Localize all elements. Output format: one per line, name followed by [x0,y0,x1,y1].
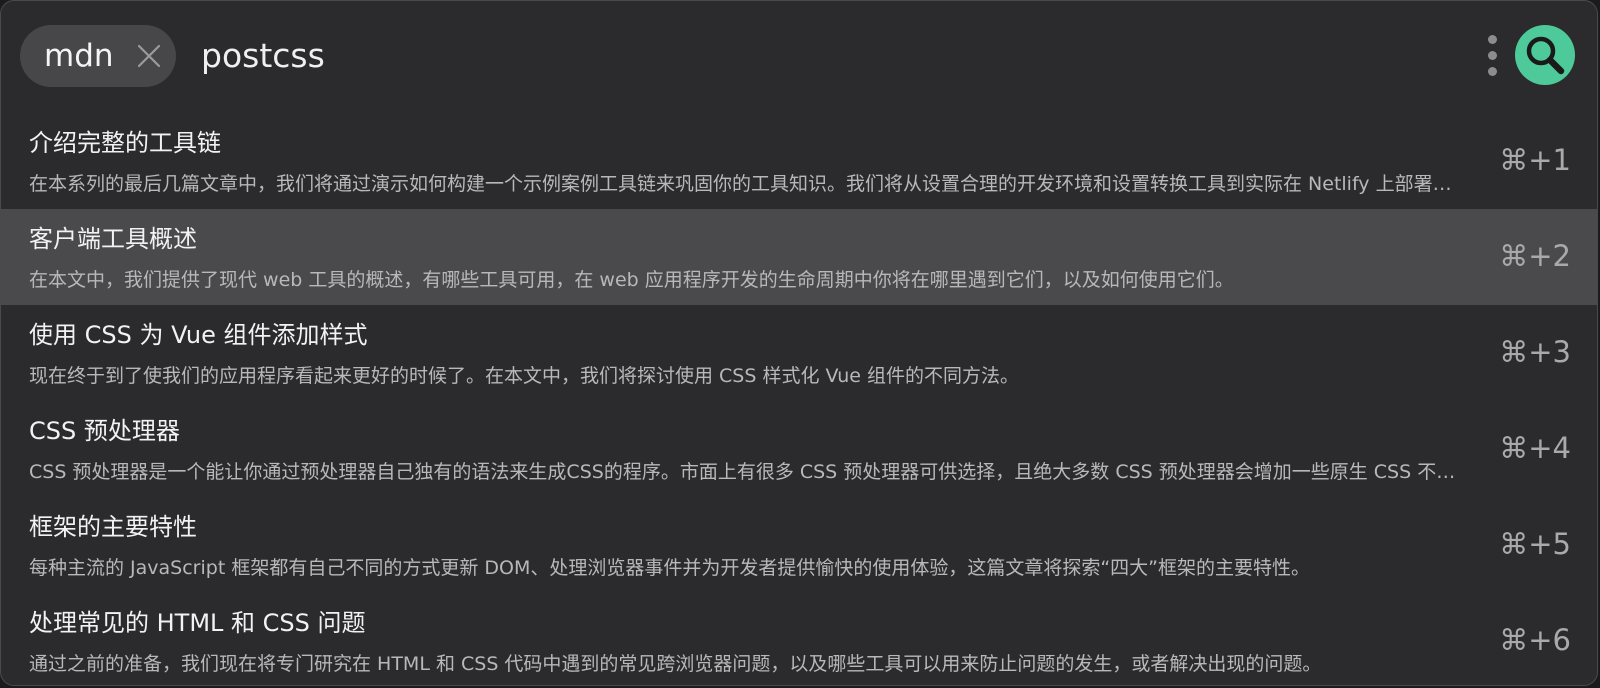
result-item[interactable]: CSS 预处理器 CSS 预处理器是一个能让你通过预处理器自己独有的语法来生成C… [1,401,1597,497]
search-window: mdn 介绍完整的工具链 在本系列的最后几篇文章中，我们将通过演示如何构建一个 [0,0,1598,686]
result-shortcut: ⌘+4 [1499,431,1571,465]
result-shortcut: ⌘+6 [1499,623,1571,657]
result-title: 客户端工具概述 [29,225,197,253]
result-title: 框架的主要特性 [29,513,197,541]
close-icon[interactable] [134,41,164,71]
result-item[interactable]: 框架的主要特性 每种主流的 JavaScript 框架都有自己不同的方式更新 D… [1,497,1597,593]
magnifier-icon [1526,36,1565,75]
search-input[interactable] [201,25,1401,87]
result-item[interactable]: 处理常见的 HTML 和 CSS 问题 通过之前的准备，我们现在将专门研究在 H… [1,593,1597,685]
result-item[interactable]: 使用 CSS 为 Vue 组件添加样式 现在终于到了使我们的应用程序看起来更好的… [1,305,1597,401]
result-description: 现在终于到了使我们的应用程序看起来更好的时候了。在本文中，我们将探讨使用 CSS… [29,365,1019,387]
search-button[interactable] [1515,25,1575,85]
kebab-menu-icon[interactable] [1485,35,1501,77]
result-description: 在本系列的最后几篇文章中，我们将通过演示如何构建一个示例案例工具链来巩固你的工具… [29,173,1469,195]
search-bar: mdn [1,1,1597,113]
result-item-selected[interactable]: 客户端工具概述 在本文中，我们提供了现代 web 工具的概述，有哪些工具可用，在… [1,209,1597,305]
result-description: 每种主流的 JavaScript 框架都有自己不同的方式更新 DOM、处理浏览器… [29,557,1311,579]
result-shortcut: ⌘+3 [1499,335,1571,369]
result-shortcut: ⌘+2 [1499,239,1571,273]
result-item[interactable]: 介绍完整的工具链 在本系列的最后几篇文章中，我们将通过演示如何构建一个示例案例工… [1,113,1597,209]
scope-chip-label: mdn [44,38,114,74]
result-title: 处理常见的 HTML 和 CSS 问题 [29,609,366,637]
result-title: 使用 CSS 为 Vue 组件添加样式 [29,321,368,349]
scope-chip[interactable]: mdn [20,25,176,87]
result-title: 介绍完整的工具链 [29,129,221,157]
result-shortcut: ⌘+1 [1499,143,1571,177]
result-description: 通过之前的准备，我们现在将专门研究在 HTML 和 CSS 代码中遇到的常见跨浏… [29,653,1322,675]
result-shortcut: ⌘+5 [1499,527,1571,561]
result-description: CSS 预处理器是一个能让你通过预处理器自己独有的语法来生成CSS的程序。市面上… [29,461,1469,483]
results-list: 介绍完整的工具链 在本系列的最后几篇文章中，我们将通过演示如何构建一个示例案例工… [1,113,1597,685]
result-title: CSS 预处理器 [29,417,180,445]
result-description: 在本文中，我们提供了现代 web 工具的概述，有哪些工具可用，在 web 应用程… [29,269,1234,291]
